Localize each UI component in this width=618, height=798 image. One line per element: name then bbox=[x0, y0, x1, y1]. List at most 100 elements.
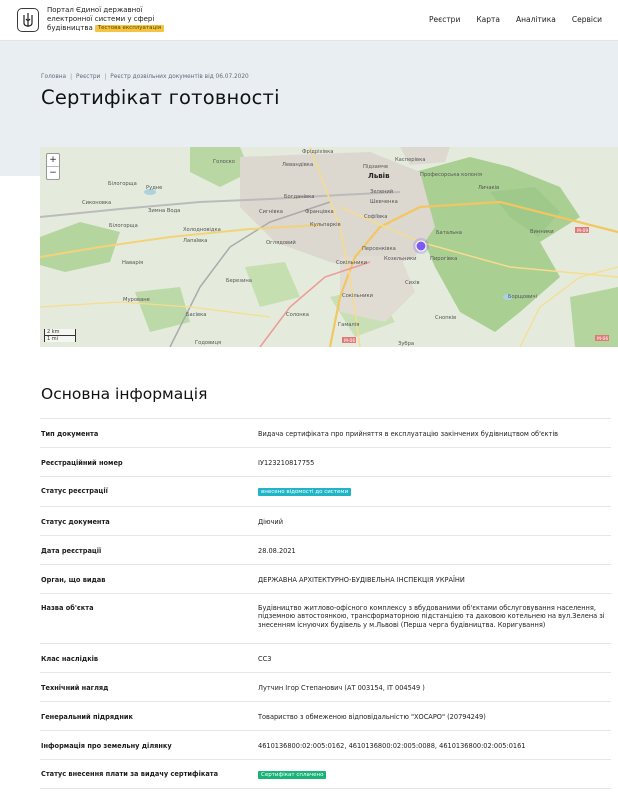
breadcrumb-current[interactable]: Реєстр дозвільних документів від 06.07.2… bbox=[110, 74, 248, 80]
map-label: Францівка bbox=[305, 209, 334, 215]
map-label: Борщовичі bbox=[508, 294, 538, 300]
row-value: 28.08.2021 bbox=[258, 547, 296, 555]
zoom-in-button[interactable]: + bbox=[47, 154, 59, 166]
row-value: ДЕРЖАВНА АРХІТЕКТУРНО-БУДІВЕЛЬНА ІНСПЕКЦ… bbox=[258, 576, 465, 584]
table-row: Дата реєстрації 28.08.2021 bbox=[40, 536, 611, 565]
scale-mi: 1 mi bbox=[44, 335, 76, 342]
nav-registries[interactable]: Реєстри bbox=[429, 15, 460, 24]
portal-title-line: будівництва bbox=[47, 24, 93, 32]
row-label: Генеральний підрядник bbox=[41, 713, 134, 721]
row-label: Технічний нагляд bbox=[41, 684, 109, 692]
beta-badge: Тестова експлуатація bbox=[94, 25, 165, 32]
row-label: Тип документа bbox=[41, 430, 99, 438]
table-row: Реєстраційний номер ІУ123210817755 bbox=[40, 448, 611, 477]
row-label: Статус внесення плати за видачу сертифік… bbox=[41, 770, 219, 778]
payment-status-badge: Сертифікат сплачено bbox=[258, 771, 327, 779]
map-label: Годовиця bbox=[195, 340, 222, 346]
row-label: Назва об'єкта bbox=[41, 604, 94, 612]
map-label: Касперівка bbox=[395, 157, 426, 163]
map-tiles: M-09 M-06 M-06 bbox=[40, 147, 618, 347]
road-label: M-06 bbox=[344, 338, 355, 344]
map-label: Сокільники bbox=[342, 293, 374, 299]
breadcrumb-registries[interactable]: Реєстри bbox=[76, 74, 100, 80]
map-label: Професорська колонія bbox=[420, 172, 482, 178]
portal-title-line: електронної системи у сфері bbox=[47, 15, 155, 23]
info-table: Тип документа Видача сертифіката про при… bbox=[40, 418, 611, 789]
row-label: Статус документа bbox=[41, 518, 110, 526]
map-label: Зимна Вода bbox=[148, 208, 181, 214]
map-label: Шевченка bbox=[370, 199, 398, 205]
row-value: Лутчин Ігор Степанович (АТ 003154, ІТ 00… bbox=[258, 684, 425, 692]
map-label: Козельники bbox=[384, 256, 417, 262]
map-label: Сокільники bbox=[336, 260, 368, 266]
table-row: Статус документа Діючий bbox=[40, 507, 611, 536]
map-label: Наварія bbox=[122, 260, 144, 266]
map-label: Муроване bbox=[123, 297, 150, 303]
zoom-out-button[interactable]: − bbox=[47, 166, 59, 179]
portal-title-line: Портал Єдиної державної bbox=[47, 6, 143, 14]
map-scale: 2 km 1 mi bbox=[44, 329, 76, 342]
map-label: Пирогівка bbox=[430, 256, 458, 262]
row-value: Будівництво житлово-офісного комплексу з… bbox=[258, 604, 605, 629]
map-label: Снопків bbox=[435, 315, 457, 321]
site-header: Портал Єдиної державної електронної сист… bbox=[0, 0, 618, 41]
table-row: Орган, що видав ДЕРЖАВНА АРХІТЕКТУРНО-БУ… bbox=[40, 565, 611, 594]
map-label: Фрідріхівка bbox=[302, 149, 334, 155]
row-label: Інформація про земельну ділянку bbox=[41, 742, 172, 750]
row-label: Клас наслідків bbox=[41, 655, 99, 663]
map-label: Лапаївка bbox=[183, 238, 208, 244]
map-label: Зубра bbox=[398, 341, 415, 347]
breadcrumb-home[interactable]: Головна bbox=[41, 74, 66, 80]
map-label: Березина bbox=[226, 278, 252, 284]
road-label: M-06 bbox=[597, 336, 608, 342]
nav-map[interactable]: Карта bbox=[476, 15, 500, 24]
breadcrumb: Головна | Реєстри | Реєстр дозвільних до… bbox=[41, 74, 249, 80]
map-label: Сигнівка bbox=[259, 209, 283, 215]
row-label: Дата реєстрації bbox=[41, 547, 102, 555]
map-label: Білогорща bbox=[108, 181, 137, 187]
table-row: Статус реєстрації внесено відомості до с… bbox=[40, 477, 611, 507]
map-label: Зелений bbox=[370, 189, 394, 195]
map-label: Личаків bbox=[478, 185, 500, 191]
location-marker-icon[interactable] bbox=[415, 240, 427, 252]
row-value: Видача сертифіката про прийняття в експл… bbox=[258, 430, 559, 438]
table-row: Інформація про земельну ділянку 46101368… bbox=[40, 731, 611, 760]
table-row: Тип документа Видача сертифіката про при… bbox=[40, 419, 611, 448]
map-label: Батальна bbox=[436, 230, 462, 236]
status-badge: внесено відомості до системи bbox=[258, 488, 352, 496]
portal-title[interactable]: Портал Єдиної державної електронної сист… bbox=[47, 6, 177, 33]
map-label: Кульпарків bbox=[310, 222, 341, 228]
table-row: Генеральний підрядник Товариство з обмеж… bbox=[40, 702, 611, 731]
row-value: 4610136800:02:005:0162, 4610136800:02:00… bbox=[258, 742, 526, 750]
table-row: Клас наслідків СС3 bbox=[40, 644, 611, 673]
map-label: Богданівка bbox=[284, 194, 315, 200]
map-view[interactable]: M-09 M-06 M-06 bbox=[40, 147, 618, 347]
map-label: Солонка bbox=[286, 312, 309, 318]
page-title: Сертифікат готовності bbox=[41, 86, 280, 109]
map-label: Левандівка bbox=[282, 162, 314, 168]
map-label: Гамалія bbox=[338, 322, 360, 328]
map-label: Оглядовий bbox=[266, 240, 296, 246]
trident-logo-icon[interactable] bbox=[17, 8, 39, 32]
map-zoom-control: + − bbox=[46, 153, 60, 180]
map-label: Холодновідка bbox=[183, 227, 221, 233]
map-label-city: Львів bbox=[368, 172, 390, 180]
map-label: Рудне bbox=[146, 185, 163, 191]
nav-services[interactable]: Сервіси bbox=[572, 15, 602, 24]
row-value: Діючий bbox=[258, 518, 284, 526]
map-label: Софіївка bbox=[364, 214, 388, 220]
main-nav: Реєстри Карта Аналітика Сервіси bbox=[429, 15, 602, 24]
row-value: СС3 bbox=[258, 655, 272, 663]
nav-analytics[interactable]: Аналітика bbox=[516, 15, 556, 24]
section-title: Основна інформація bbox=[41, 385, 208, 403]
map-label: Сихів bbox=[405, 280, 420, 286]
map-label: Сиконовка bbox=[82, 200, 112, 206]
row-value: ІУ123210817755 bbox=[258, 459, 315, 467]
table-row: Статус внесення плати за видачу сертифік… bbox=[40, 760, 611, 789]
road-label: M-09 bbox=[577, 228, 588, 234]
table-row: Технічний нагляд Лутчин Ігор Степанович … bbox=[40, 673, 611, 702]
table-row: Назва об'єкта Будівництво житлово-офісно… bbox=[40, 594, 611, 644]
map-label: Персенківка bbox=[362, 246, 396, 252]
row-label: Статус реєстрації bbox=[41, 487, 108, 495]
breadcrumb-separator: | bbox=[104, 74, 107, 80]
